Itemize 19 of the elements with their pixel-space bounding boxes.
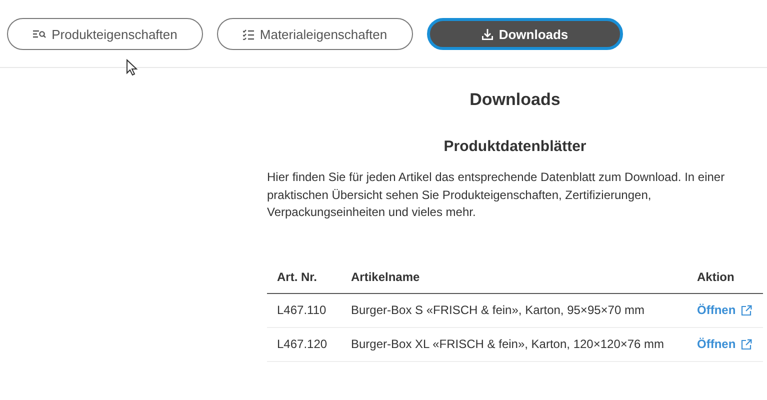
table-cell: L467.110 (267, 293, 341, 327)
tab[interactable]: Downloads (427, 18, 623, 50)
external-link-icon (740, 338, 752, 350)
section-subtitle: Produktdatenblätter (442, 138, 588, 155)
tab[interactable]: Materialeigenschaften (217, 18, 413, 50)
cursor-icon (126, 59, 138, 76)
checklist-icon (242, 28, 254, 40)
external-link-icon (740, 304, 752, 316)
section-title: Downloads (468, 90, 562, 111)
column-header: Artikelname (341, 270, 687, 293)
table-cell: Burger-Box S «FRISCH & fein», Karton, 95×95×70 mm (341, 293, 687, 327)
table-cell: L467.120 (267, 327, 341, 361)
column-header: Aktion (687, 270, 763, 293)
table-cell: Burger-Box XL «FRISCH & fein», Karton, 120×120×76 mm (341, 327, 687, 361)
description-text: Hier finden Sie für jeden Artikel das entsprechende Datenblatt zum Download. In einer praktischen Übersicht sehen Sie Produkteigenschaften, Zertifizierungen, Verpackungseinheiten und vieles mehr. (267, 169, 726, 221)
column-header: Art. Nr. (267, 270, 341, 293)
download-icon (482, 28, 493, 40)
list-search-icon (32, 29, 46, 39)
tab[interactable]: Produkteigenschaften (7, 18, 203, 50)
